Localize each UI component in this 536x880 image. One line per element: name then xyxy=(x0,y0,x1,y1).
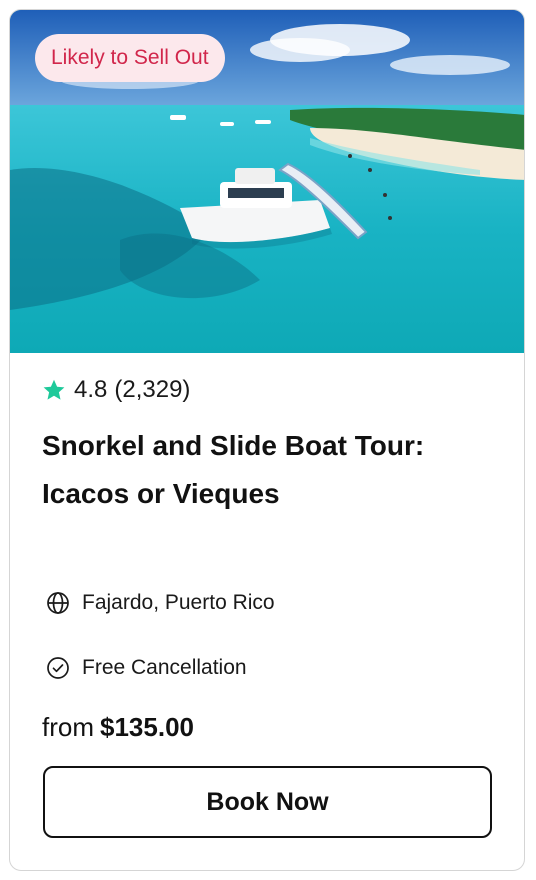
review-count: (2,329) xyxy=(114,376,191,403)
tour-title[interactable]: Snorkel and Slide Boat Tour: Icacos or V… xyxy=(42,422,492,518)
star-icon xyxy=(43,379,65,400)
price-prefix: from xyxy=(42,712,94,742)
tour-image[interactable]: Likely to Sell Out xyxy=(10,10,524,353)
globe-icon xyxy=(47,592,69,614)
cancellation-label: Free Cancellation xyxy=(82,656,247,679)
rating: 4.8 (2,329) xyxy=(42,376,190,404)
price: from $135.00 xyxy=(42,712,194,743)
tour-card[interactable]: Likely to Sell Out 4.8 (2,329) Snorkel a… xyxy=(9,9,525,871)
price-amount: $135.00 xyxy=(100,712,194,742)
check-circle-icon xyxy=(47,657,69,679)
book-now-button[interactable]: Book Now xyxy=(43,766,492,838)
location-label: Fajardo, Puerto Rico xyxy=(82,591,275,614)
free-cancellation: Free Cancellation xyxy=(46,656,247,680)
tour-location: Fajardo, Puerto Rico xyxy=(46,591,275,615)
likely-to-sell-out-badge: Likely to Sell Out xyxy=(35,34,225,82)
rating-score: 4.8 xyxy=(74,376,108,403)
